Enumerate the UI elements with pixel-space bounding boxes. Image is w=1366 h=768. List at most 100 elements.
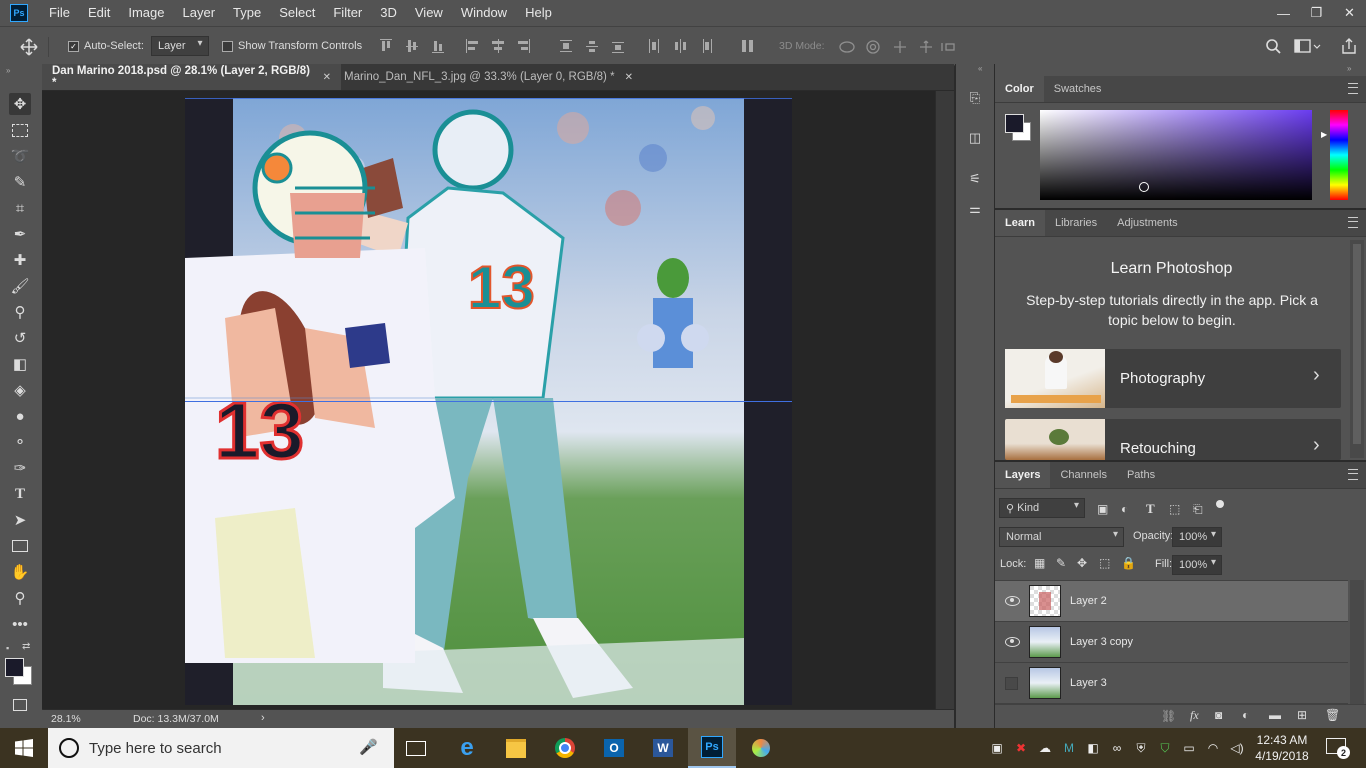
paint-bucket-tool-icon[interactable]: ◈	[9, 379, 31, 401]
battery-icon[interactable]: ▭	[1181, 740, 1197, 756]
path-selection-tool-icon[interactable]: ➤	[9, 509, 31, 531]
align-bottom-icon[interactable]	[432, 39, 444, 53]
search-icon[interactable]	[1265, 38, 1281, 54]
foreground-color-swatch[interactable]	[1005, 114, 1024, 133]
outlook-icon[interactable]: O	[590, 728, 638, 768]
color-field[interactable]	[1040, 110, 1312, 200]
tab-libraries[interactable]: Libraries	[1045, 210, 1107, 236]
workspace-icon[interactable]	[1294, 38, 1322, 54]
new-group-icon[interactable]: ▬	[1269, 708, 1281, 722]
lock-transparent-icon[interactable]: ▦	[1034, 556, 1045, 570]
link-layers-icon[interactable]: ⛓	[1161, 709, 1176, 723]
menu-select[interactable]: Select	[270, 0, 324, 26]
auto-select-dropdown[interactable]: Layer	[151, 36, 209, 56]
lasso-tool-icon[interactable]: ➰	[9, 145, 31, 167]
task-view-icon[interactable]	[392, 728, 440, 768]
tab-swatches[interactable]: Swatches	[1044, 76, 1112, 102]
minimize-button[interactable]: —	[1267, 0, 1300, 26]
canvas-area[interactable]: 13 13	[42, 91, 935, 709]
distribute-vcenter-icon[interactable]	[586, 39, 598, 53]
share-icon[interactable]	[1340, 37, 1358, 55]
smart-object-filter-icon[interactable]: ⎗	[1193, 502, 1203, 517]
microphone-icon[interactable]: 🎤	[359, 738, 378, 756]
adjustment-layer-icon[interactable]: ◐	[1242, 708, 1249, 722]
align-hcenter-icon[interactable]	[492, 39, 504, 53]
menu-3d[interactable]: 3D	[371, 0, 406, 26]
trash-icon[interactable]: 🗑	[1325, 708, 1340, 722]
collapse-arrows-icon[interactable]: »	[1347, 64, 1351, 73]
eraser-tool-icon[interactable]: ◧	[9, 353, 31, 375]
clock[interactable]: 12:43 AM 4/19/2018	[1254, 732, 1310, 764]
fx-icon[interactable]: fx	[1190, 708, 1199, 723]
menu-type[interactable]: Type	[224, 0, 270, 26]
crop-tool-icon[interactable]: ⌗	[9, 197, 31, 219]
new-layer-icon[interactable]: ⊞	[1297, 708, 1307, 722]
status-menu-arrow-icon[interactable]: ›	[261, 712, 265, 724]
tab-learn[interactable]: Learn	[995, 210, 1045, 236]
layer-row-layer-3-copy[interactable]: Layer 3 copy	[995, 622, 1348, 663]
adjustment-filter-icon[interactable]: ◐	[1121, 502, 1128, 516]
align-left-icon[interactable]	[466, 39, 478, 53]
tab-dan-marino-psd[interactable]: Dan Marino 2018.psd @ 28.1% (Layer 2, RG…	[42, 64, 341, 90]
tab-channels[interactable]: Channels	[1050, 462, 1116, 488]
move-tool-icon[interactable]	[20, 38, 38, 56]
layer-filter-dropdown[interactable]: ⚲ Kind	[999, 498, 1085, 518]
lock-position-icon[interactable]: ✥	[1077, 556, 1087, 570]
swap-colors-icon[interactable]: ⇄	[22, 641, 30, 652]
chrome-icon[interactable]	[541, 728, 589, 768]
distribute-hcenter-icon[interactable]	[674, 39, 686, 53]
tray-b-icon[interactable]: ◧	[1085, 740, 1101, 756]
close-icon[interactable]: ✕	[625, 72, 633, 83]
close-icon[interactable]: ✕	[323, 72, 331, 83]
marquee-tool-icon[interactable]	[9, 119, 31, 141]
pen-tool-icon[interactable]: ✑	[9, 457, 31, 479]
word-icon[interactable]: W	[639, 728, 687, 768]
more-tools-icon[interactable]: •••	[9, 613, 31, 635]
lock-all-icon[interactable]: 🔒	[1121, 556, 1136, 570]
brush-settings-icon[interactable]: ⚟	[966, 170, 984, 188]
layer-row-layer-2[interactable]: Layer 2	[995, 581, 1348, 622]
color-picker-cursor[interactable]	[1139, 182, 1149, 192]
photoshop-logo-icon[interactable]: Ps	[10, 4, 28, 22]
brush-tool-icon[interactable]: 🖌	[9, 275, 31, 297]
move-tool-icon[interactable]: ✥	[9, 93, 31, 115]
quick-mask-icon[interactable]	[9, 694, 31, 716]
blend-mode-dropdown[interactable]: Normal	[999, 527, 1124, 547]
wifi-icon[interactable]: ◠	[1205, 740, 1221, 756]
menu-help[interactable]: Help	[516, 0, 561, 26]
distribute-top-icon[interactable]	[560, 39, 572, 53]
document-canvas[interactable]: 13 13	[185, 98, 792, 705]
hand-tool-icon[interactable]: ✋	[9, 561, 31, 583]
zoom-level[interactable]: 28.1%	[51, 713, 81, 725]
tab-adjustments[interactable]: Adjustments	[1107, 210, 1188, 236]
distribute-bottom-icon[interactable]	[612, 39, 624, 53]
onedrive-icon[interactable]: ☁	[1037, 740, 1053, 756]
menu-edit[interactable]: Edit	[79, 0, 119, 26]
rectangle-tool-icon[interactable]	[9, 535, 31, 557]
tab-layers[interactable]: Layers	[995, 462, 1051, 488]
panel-menu-icon[interactable]	[1348, 83, 1358, 94]
topic-retouching[interactable]: Retouching ›	[1005, 419, 1341, 460]
tray-m-icon[interactable]: M	[1061, 740, 1077, 756]
collapse-arrows-icon[interactable]: »	[6, 66, 10, 75]
tray-app-icon[interactable]: ▣	[989, 740, 1005, 756]
pixel-filter-icon[interactable]: ▣	[1097, 502, 1108, 516]
layer-name[interactable]: Layer 3	[1070, 677, 1107, 689]
collapse-arrows-icon[interactable]: «	[978, 64, 982, 73]
paint-app-icon[interactable]	[737, 728, 785, 768]
fill-input[interactable]: 100%	[1172, 555, 1222, 575]
tray-security-icon[interactable]: ⛨	[1133, 740, 1149, 756]
auto-align-icon[interactable]	[742, 39, 754, 53]
lock-image-icon[interactable]: ✎	[1056, 556, 1066, 570]
history-brush-tool-icon[interactable]: ↺	[9, 327, 31, 349]
layers-scrollbar[interactable]	[1350, 580, 1364, 704]
shield-icon[interactable]: ⛉	[1157, 740, 1173, 756]
layer-name[interactable]: Layer 3 copy	[1070, 636, 1133, 648]
tab-color[interactable]: Color	[995, 76, 1044, 102]
taskbar-search[interactable]: Type here to search 🎤	[48, 728, 394, 768]
menu-image[interactable]: Image	[119, 0, 173, 26]
align-right-icon[interactable]	[518, 39, 530, 53]
dodge-tool-icon[interactable]: ⚬	[9, 431, 31, 453]
type-filter-icon[interactable]: T	[1146, 501, 1155, 517]
foreground-color-swatch[interactable]	[5, 658, 24, 677]
